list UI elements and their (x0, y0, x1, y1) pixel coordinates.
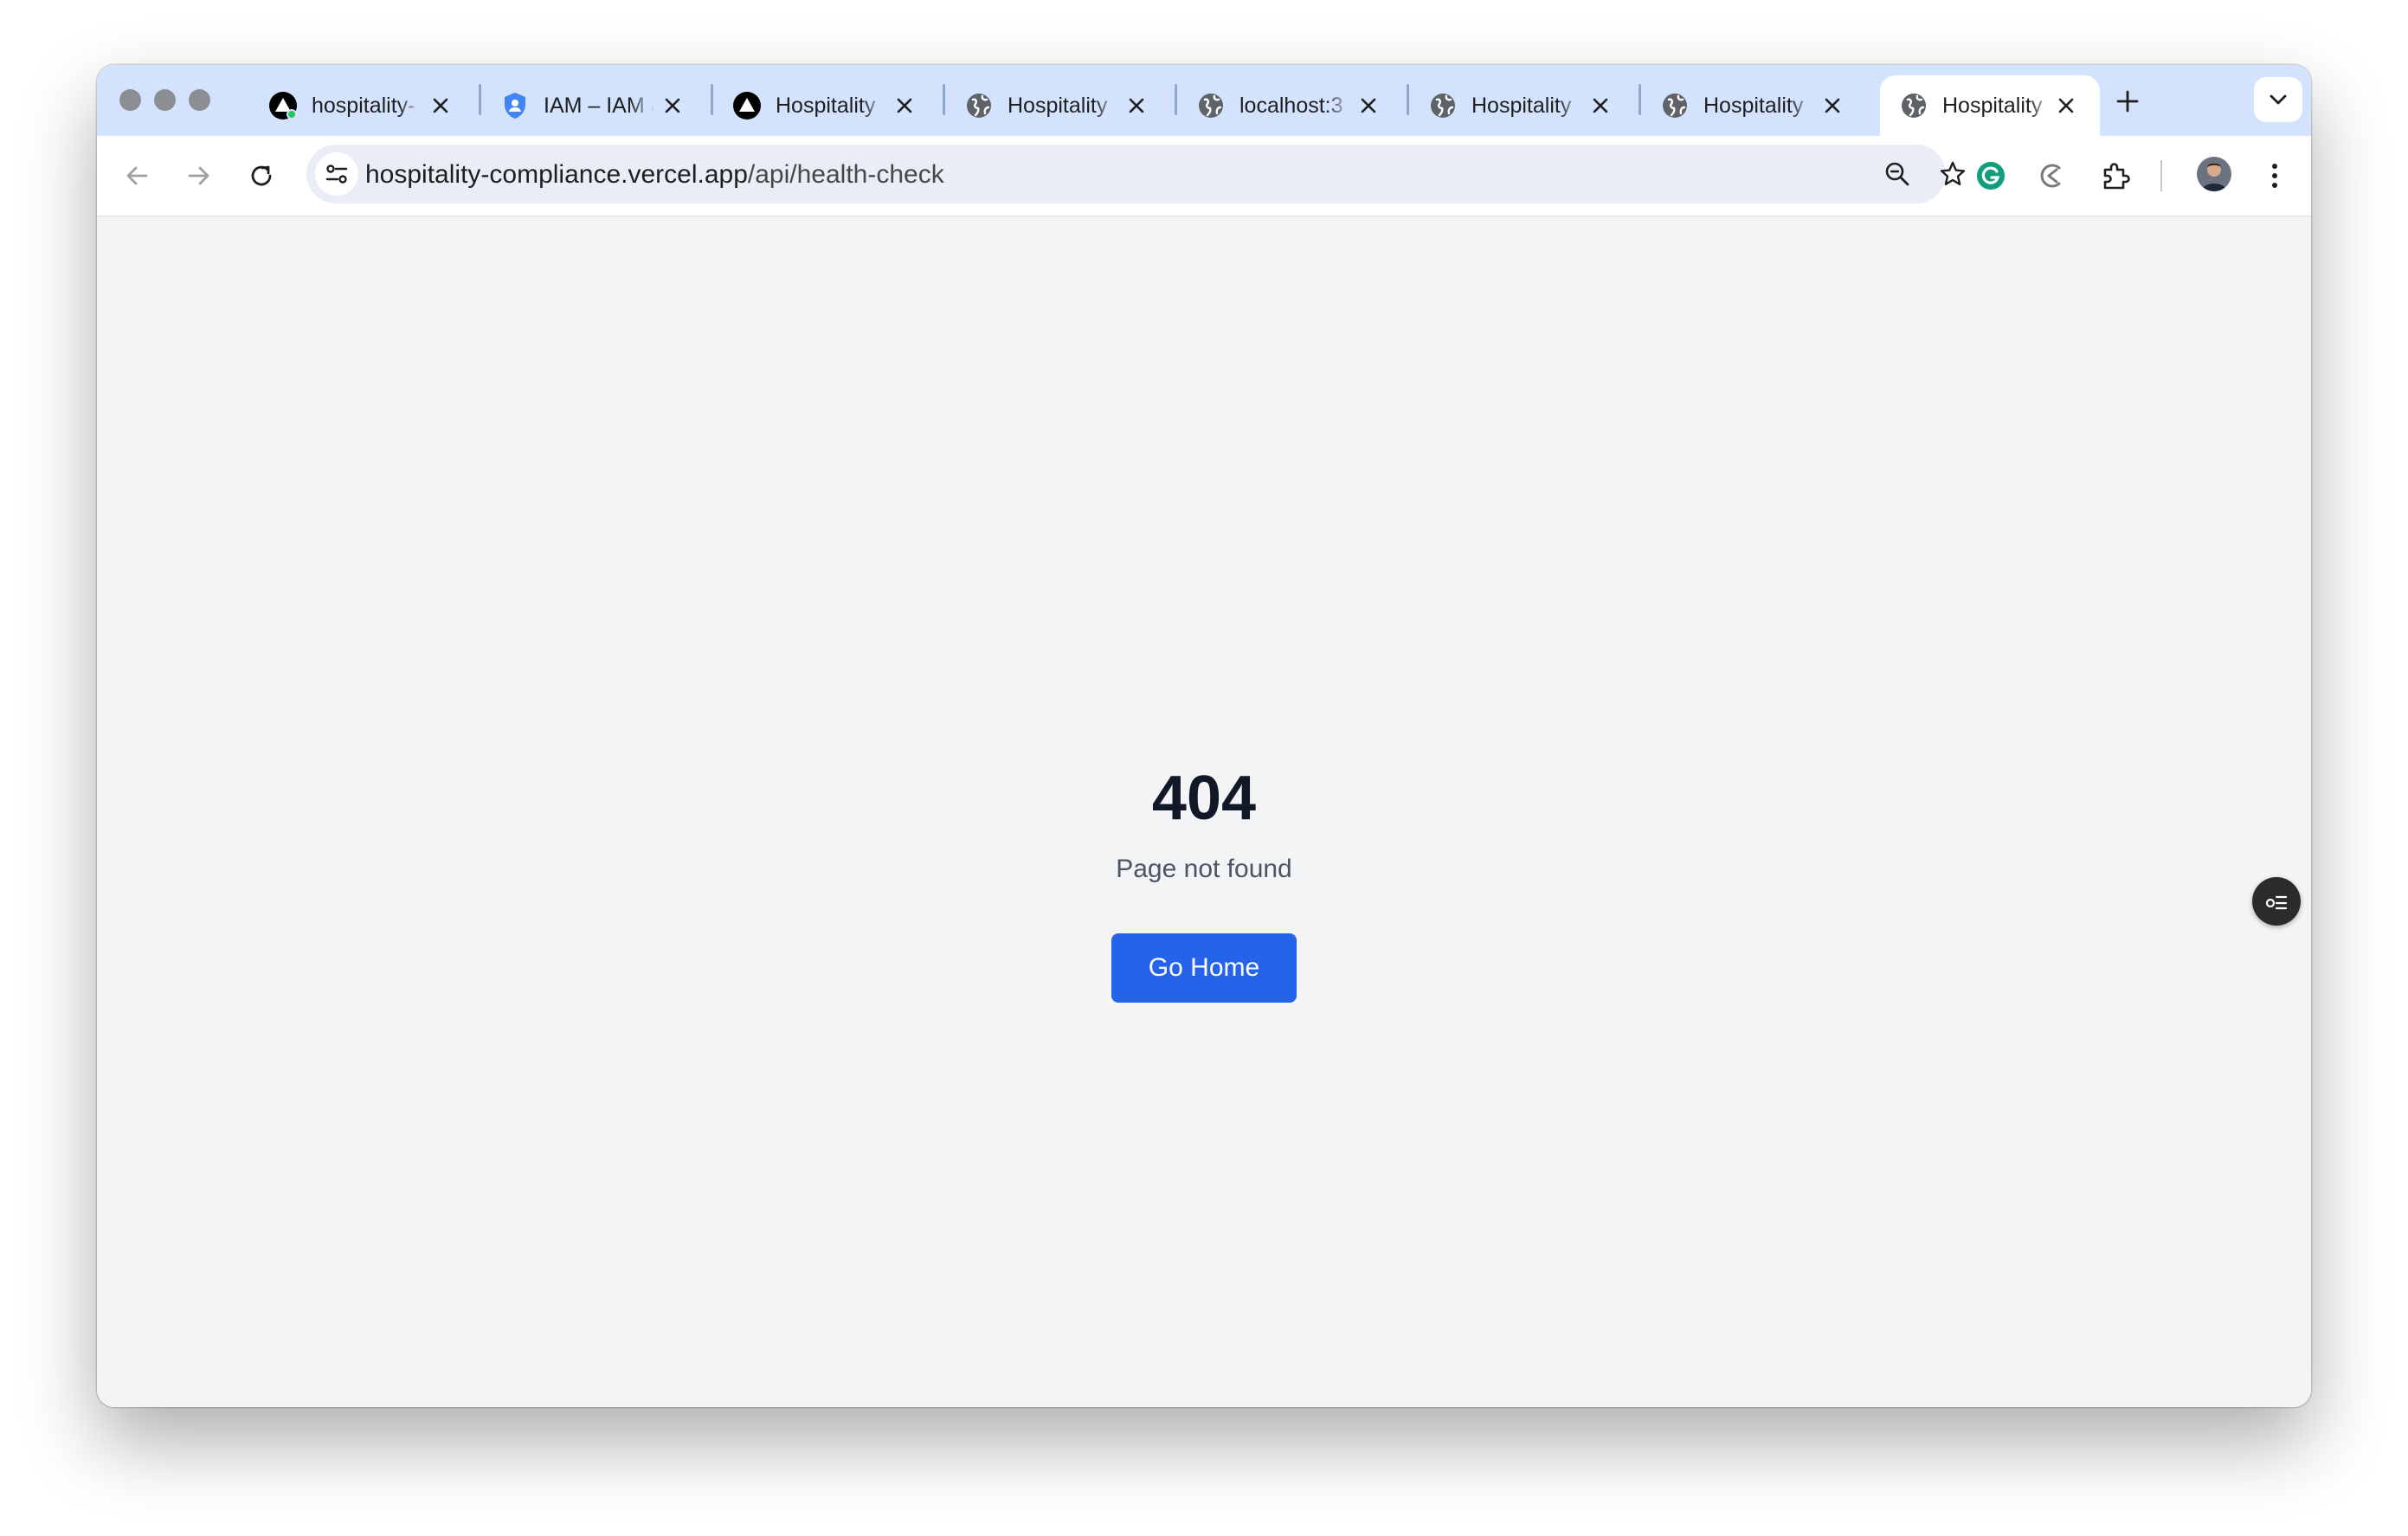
arrow-right-icon (188, 166, 209, 185)
close-icon[interactable] (1125, 94, 1148, 117)
list-toggle-icon (2265, 895, 2288, 910)
page-content: 404 Page not found Go Home (97, 216, 2311, 1407)
vercel-triangle-icon (732, 91, 762, 120)
tab-title: IAM – IAM & (544, 93, 654, 118)
floating-extension-button[interactable] (2252, 877, 2301, 926)
avatar-icon (2197, 157, 2231, 191)
window-close-dot[interactable] (119, 89, 141, 111)
tab-title: localhost:3 (1239, 93, 1343, 118)
window-minimize-dot[interactable] (154, 89, 176, 111)
tab-8-active[interactable]: Hospitality (1880, 75, 2100, 136)
close-icon[interactable] (661, 94, 684, 117)
close-icon[interactable] (1821, 94, 1844, 117)
close-icon[interactable] (893, 94, 916, 117)
tab-title: Hospitality (1008, 93, 1108, 118)
close-icon[interactable] (429, 94, 452, 117)
tab-1[interactable]: hospitality- (249, 75, 474, 136)
tune-icon (325, 165, 348, 184)
forward-button[interactable] (180, 157, 218, 195)
reload-icon (251, 165, 272, 186)
address-bar[interactable]: hospitality-compliance.vercel.app/api/he… (306, 145, 1966, 203)
url-path: /api/health-check (747, 160, 944, 189)
globe-icon (964, 91, 994, 120)
extension-button[interactable] (2032, 157, 2070, 195)
chevron-down-icon (2270, 94, 2287, 105)
tab-7[interactable]: Hospitality (1641, 75, 1866, 136)
tab-4[interactable]: Hospitality (945, 75, 1170, 136)
browser-window: hospitality- IAM – IAM & Hospitality Hos… (97, 65, 2311, 1407)
window-zoom-dot[interactable] (189, 89, 210, 111)
go-home-button[interactable]: Go Home (1111, 933, 1297, 1003)
tab-6[interactable]: Hospitality (1409, 75, 1634, 136)
tab-2[interactable]: IAM – IAM & (481, 75, 706, 136)
shield-icon (500, 91, 530, 120)
globe-icon (1428, 91, 1458, 120)
globe-icon (1196, 91, 1226, 120)
tab-title: Hospitality (1471, 93, 1572, 118)
url-text[interactable]: hospitality-compliance.vercel.app/api/he… (365, 160, 944, 190)
error-message: Page not found (1116, 855, 1292, 883)
grammarly-icon (1977, 162, 2005, 190)
globe-icon (1660, 91, 1690, 120)
tab-title: hospitality- (312, 93, 415, 118)
tab-title: Hospitality (1703, 93, 1804, 118)
star-icon (1940, 161, 1966, 185)
tab-title: Hospitality (776, 93, 876, 118)
close-icon[interactable] (1589, 94, 1612, 117)
tab-title: Hospitality (1942, 93, 2043, 118)
vercel-triangle-icon (268, 91, 298, 120)
bookmark-button[interactable] (1934, 155, 1972, 193)
arrow-left-icon (126, 166, 148, 185)
profile-avatar[interactable] (2197, 157, 2231, 191)
site-info-button[interactable] (315, 152, 358, 196)
reload-button[interactable] (242, 157, 280, 195)
plus-icon (2116, 90, 2139, 113)
tab-3[interactable]: Hospitality (713, 75, 938, 136)
extension-c-icon (2040, 164, 2061, 188)
error-code: 404 (1151, 764, 1257, 833)
menu-button[interactable] (2256, 157, 2294, 195)
kebab-menu-icon (2272, 164, 2277, 188)
close-icon[interactable] (1357, 94, 1380, 117)
close-icon[interactable] (2055, 94, 2077, 117)
globe-icon (1899, 91, 1928, 120)
url-host: hospitality-compliance.vercel.app (365, 160, 748, 189)
tab-search-button[interactable] (2254, 77, 2302, 122)
toolbar-divider (2160, 160, 2162, 191)
grammarly-extension[interactable] (1972, 157, 2010, 195)
browser-toolbar: hospitality-compliance.vercel.app/api/he… (97, 136, 2311, 217)
tab-strip: hospitality- IAM – IAM & Hospitality Hos… (97, 65, 2311, 136)
zoom-out-icon (1885, 162, 1909, 186)
puzzle-icon (2103, 163, 2130, 190)
extensions-button[interactable] (2096, 157, 2134, 195)
back-button[interactable] (118, 157, 156, 195)
new-tab-button[interactable] (2110, 84, 2145, 119)
tab-5[interactable]: localhost:3 (1177, 75, 1402, 136)
zoom-button[interactable] (1878, 155, 1916, 193)
